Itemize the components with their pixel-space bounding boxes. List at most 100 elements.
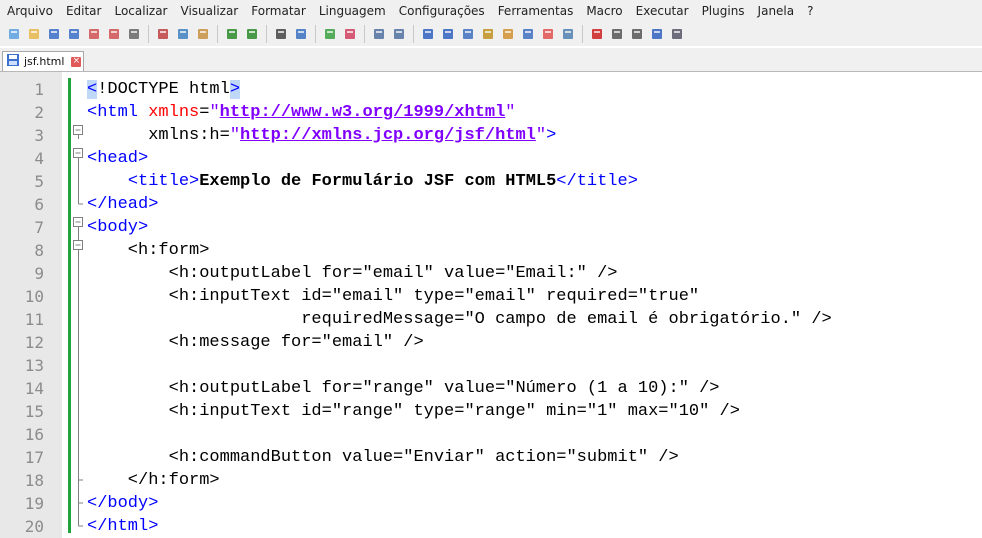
menu-item-5[interactable]: Linguagem — [312, 4, 392, 18]
menu-item-7[interactable]: Ferramentas — [491, 4, 580, 18]
close-all-icon[interactable] — [106, 26, 122, 42]
code-token: " — [505, 103, 516, 122]
toolbar — [0, 22, 982, 46]
zoom-out-icon[interactable] — [342, 26, 358, 42]
menu-item-8[interactable]: Macro — [579, 4, 628, 18]
close-tab-icon[interactable]: × — [71, 56, 82, 67]
toolbar-separator — [315, 25, 316, 43]
menu-item-10[interactable]: Plugins — [695, 4, 751, 18]
line-code: <h:outputLabel for="email" value="Email:… — [87, 262, 618, 285]
line-number: 12 — [24, 333, 44, 352]
menu-item-9[interactable]: Executar — [629, 4, 695, 18]
code-token: Exemplo de Formulário JSF com HTML5 — [199, 172, 557, 191]
find-icon[interactable] — [273, 26, 289, 42]
record-macro-icon[interactable] — [589, 26, 605, 42]
line-code: </h:form> — [87, 469, 220, 492]
code-token: xmlns:h= — [87, 126, 230, 145]
line-code: <h:form> — [87, 239, 210, 262]
code-token: <title> — [127, 172, 200, 191]
menu-item-6[interactable]: Configurações — [392, 4, 491, 18]
save-macro-icon[interactable] — [669, 26, 685, 42]
word-wrap-icon[interactable] — [420, 26, 436, 42]
line-code: <h:outputLabel for="range" value="Número… — [87, 377, 720, 400]
paste-icon[interactable] — [195, 26, 211, 42]
stop-macro-icon[interactable] — [609, 26, 625, 42]
menu-item-1[interactable]: Editar — [59, 4, 108, 18]
line-code: <html xmlns="http://www.w3.org/1999/xhtm… — [87, 101, 516, 124]
line-number: 18 — [24, 471, 44, 490]
sync-horizontal-icon[interactable] — [391, 26, 407, 42]
zoom-in-icon[interactable] — [322, 26, 338, 42]
code-line: 14 <h:outputLabel for="range" value="Núm… — [0, 377, 982, 400]
tab-bar: jsf.html × — [0, 48, 982, 72]
line-code: <title>Exemplo de Formulário JSF com HTM… — [87, 170, 638, 193]
folder-workspace-icon[interactable] — [540, 26, 556, 42]
redo-icon[interactable] — [244, 26, 260, 42]
line-code: <h:inputText id="email" type="email" req… — [87, 285, 700, 308]
file-icon — [6, 53, 20, 70]
code-token: </html> — [87, 517, 159, 536]
print-icon[interactable] — [126, 26, 142, 42]
save-all-icon[interactable] — [66, 26, 82, 42]
play-macro-icon[interactable] — [629, 26, 645, 42]
save-icon[interactable] — [46, 26, 62, 42]
replace-icon[interactable] — [293, 26, 309, 42]
monitor-icon[interactable] — [560, 26, 576, 42]
run-macro-multiple-icon[interactable] — [649, 26, 665, 42]
code-line: 12 <h:message for="email" /> — [0, 331, 982, 354]
code-token: requiredMessage="O campo de email é obri… — [87, 310, 832, 329]
function-list-icon[interactable] — [520, 26, 536, 42]
code-token: " — [535, 126, 547, 145]
indent-guide-icon[interactable] — [460, 26, 476, 42]
code-token: <h:message for="email" /> — [87, 333, 424, 352]
code-line: 13 — [0, 354, 982, 377]
line-number: 13 — [24, 356, 44, 375]
line-number: 19 — [24, 494, 44, 513]
line-number: 2 — [34, 103, 44, 122]
toolbar-separator — [413, 25, 414, 43]
close-icon[interactable] — [86, 26, 102, 42]
code-token: </title> — [556, 172, 638, 191]
toolbar-separator — [364, 25, 365, 43]
code-token: <head> — [87, 149, 149, 168]
line-number: 10 — [24, 287, 44, 306]
line-number: 9 — [34, 264, 44, 283]
line-number: 3 — [34, 126, 44, 145]
line-code: </body> — [87, 492, 158, 515]
open-file-icon[interactable] — [26, 26, 42, 42]
line-number: 7 — [34, 218, 44, 237]
line-code: xmlns:h="http://xmlns.jcp.org/jsf/html"> — [87, 124, 556, 147]
tab-jsf-html[interactable]: jsf.html × — [2, 51, 84, 71]
code-token: <html — [87, 103, 149, 122]
menu-item-0[interactable]: Arquivo — [0, 4, 59, 18]
code-token: xmlns — [148, 103, 200, 122]
code-token: <body> — [87, 218, 149, 237]
code-line: 8 <h:form> — [0, 239, 982, 262]
line-code: <head> — [87, 147, 148, 170]
menu-item-3[interactable]: Visualizar — [174, 4, 245, 18]
code-line: 15 <h:inputText id="range" type="range" … — [0, 400, 982, 423]
new-file-icon[interactable] — [6, 26, 22, 42]
code-token: http://xmlns.jcp.org/jsf/html — [240, 126, 536, 145]
menu-item-12[interactable]: ? — [800, 4, 819, 18]
copy-icon[interactable] — [175, 26, 191, 42]
toolbar-separator — [148, 25, 149, 43]
cut-icon[interactable] — [155, 26, 171, 42]
undo-icon[interactable] — [224, 26, 240, 42]
code-line: 20 </html> — [0, 515, 982, 538]
code-editor[interactable]: 1 <!DOCTYPE html> 2 <html xmlns="http://www… — [0, 72, 982, 538]
line-number: 20 — [24, 517, 44, 536]
menu-item-11[interactable]: Janela — [751, 4, 801, 18]
code-token: = — [199, 103, 210, 122]
doc-map-icon[interactable] — [500, 26, 516, 42]
udl-icon[interactable] — [480, 26, 496, 42]
code-token: <h:inputText id="range" type="range" min… — [87, 402, 740, 421]
show-all-chars-icon[interactable] — [440, 26, 456, 42]
sync-vertical-icon[interactable] — [371, 26, 387, 42]
menu-item-2[interactable]: Localizar — [107, 4, 173, 18]
code-token: </head> — [87, 195, 159, 214]
line-code: </head> — [87, 193, 158, 216]
menu-item-4[interactable]: Formatar — [244, 4, 312, 18]
line-number: 16 — [24, 425, 44, 444]
